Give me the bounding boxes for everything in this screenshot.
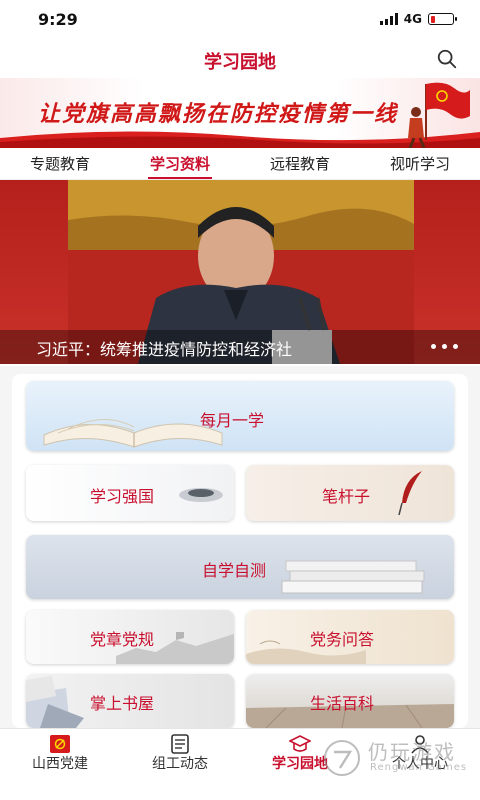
graduation-cap-icon xyxy=(289,735,311,752)
nav-label: 山西党建 xyxy=(32,756,88,772)
tab-study-materials[interactable]: 学习资料 xyxy=(147,149,213,179)
network-type: 4G xyxy=(403,12,422,26)
party-constitution-label: 党章党规 xyxy=(90,630,155,649)
nav-item-org-news[interactable]: 组工动态 xyxy=(120,729,240,800)
news-caption: 习近平：统筹推进疫情防控和经济社 xyxy=(36,340,293,359)
watermark-text: 仍玩游戏 xyxy=(368,740,456,764)
slogan-banner[interactable]: 让党旗高高飘扬在防控疫情第一线 xyxy=(0,78,480,148)
category-tabs: 专题教育 学习资料 远程教育 视听学习 xyxy=(0,148,480,180)
quill-pen-icon xyxy=(398,471,422,516)
carousel-dot[interactable] xyxy=(453,344,458,349)
life-encyclopedia-label: 生活百科 xyxy=(310,694,375,713)
slogan-text: 让党旗高高飘扬在防控疫情第一线 xyxy=(38,101,399,127)
monthly-study-label: 每月一学 xyxy=(200,411,265,430)
party-emblem-icon xyxy=(50,735,70,753)
carousel-dot[interactable] xyxy=(431,344,436,349)
news-carousel[interactable]: 习近平：统筹推进疫情防控和经济社 xyxy=(0,180,480,364)
party-flag-icon xyxy=(408,82,470,148)
pocket-library-label: 掌上书屋 xyxy=(90,694,155,713)
life-encyclopedia-card[interactable]: 生活百科 xyxy=(246,674,454,728)
tab-audio-visual[interactable]: 视听学习 xyxy=(388,149,452,179)
status-bar: 9:29 4G xyxy=(0,0,480,40)
watermark-logo-icon xyxy=(324,740,360,776)
nav-label: 组工动态 xyxy=(152,756,208,772)
status-indicators: 4G xyxy=(379,12,457,26)
ink-stone-icon xyxy=(179,488,223,502)
watermark-subtext: Rengwan Games xyxy=(370,762,468,773)
tab-remote-education[interactable]: 远程教育 xyxy=(268,149,332,179)
page-title: 学习园地 xyxy=(204,52,276,73)
xuexi-qiangguo-card[interactable]: 学习强国 xyxy=(26,465,234,521)
xuexi-qiangguo-label: 学习强国 xyxy=(90,487,155,506)
monthly-study-card[interactable]: 每月一学 xyxy=(26,381,454,451)
pen-column-card[interactable]: 笔杆子 xyxy=(246,465,454,521)
pen-column-label: 笔杆子 xyxy=(322,487,371,506)
pocket-library-card[interactable]: 掌上书屋 xyxy=(26,674,234,728)
carousel-dot[interactable] xyxy=(442,344,447,349)
signal-icon xyxy=(379,13,398,25)
carousel-dots xyxy=(431,344,458,349)
app-header: 学习园地 xyxy=(0,40,480,78)
self-test-card[interactable]: 自学自测 xyxy=(26,535,454,599)
watermark: 仍玩游戏 Rengwan Games xyxy=(322,736,466,782)
self-test-label: 自学自测 xyxy=(202,561,267,580)
party-affairs-qa-card[interactable]: 党务问答 xyxy=(246,610,454,664)
caption-bar: 习近平：统筹推进疫情防控和经济社 xyxy=(0,330,480,364)
party-affairs-qa-label: 党务问答 xyxy=(310,630,375,649)
party-constitution-card[interactable]: 党章党规 xyxy=(26,610,234,664)
search-icon[interactable] xyxy=(436,48,458,70)
status-time: 9:29 xyxy=(38,10,78,29)
news-icon xyxy=(171,734,189,754)
tab-topic-education[interactable]: 专题教育 xyxy=(28,149,92,179)
nav-item-shanxi-party[interactable]: 山西党建 xyxy=(0,729,120,800)
book-stack-icon xyxy=(281,560,425,594)
battery-icon xyxy=(428,13,457,25)
